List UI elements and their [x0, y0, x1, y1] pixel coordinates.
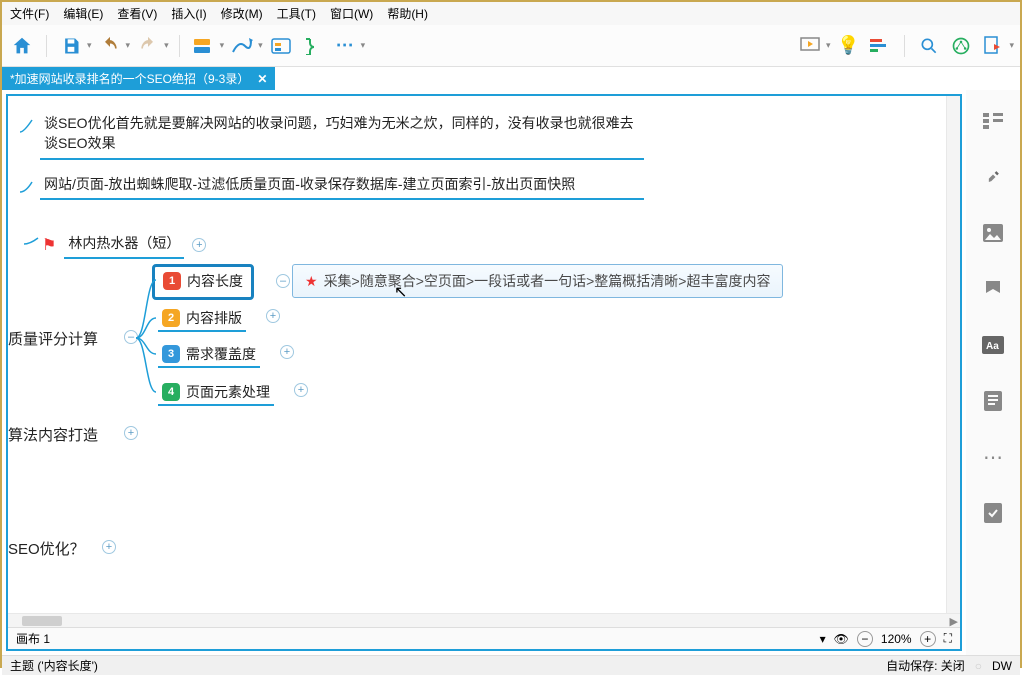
- status-autosave: 自动保存: 关闭: [886, 657, 965, 674]
- gantt-icon[interactable]: [866, 32, 894, 60]
- priority-3-icon: 3: [162, 345, 180, 363]
- boundary-icon[interactable]: [267, 32, 295, 60]
- canvas-footer: 画布 1 ▾ 👁 − 120% + ⛶: [8, 627, 960, 649]
- menu-edit[interactable]: 编辑(E): [63, 5, 103, 22]
- expand-icon[interactable]: +: [266, 309, 280, 323]
- tab-title: *加速网站收录排名的一个SEO绝招（9-3录）: [10, 70, 249, 87]
- zoom-out-icon[interactable]: −: [857, 631, 873, 647]
- horizontal-scrollbar[interactable]: ▶: [8, 613, 960, 627]
- callout-node[interactable]: ★ 采集>随意聚合>空页面>一段话或者一句话>整篇概括清晰>超丰富度内容: [292, 264, 783, 298]
- filter-icon[interactable]: ▾: [820, 632, 826, 646]
- menu-tools[interactable]: 工具(T): [277, 5, 316, 22]
- side-panel: Aa ⋯: [966, 90, 1020, 655]
- text-icon[interactable]: Aa: [980, 332, 1006, 358]
- topic-node[interactable]: ⚑ 林内热水器（短） +: [42, 231, 206, 259]
- menu-file[interactable]: 文件(F): [10, 5, 49, 22]
- menu-modify[interactable]: 修改(M): [221, 5, 263, 22]
- expand-icon[interactable]: +: [102, 540, 116, 554]
- save-icon[interactable]: [57, 32, 85, 60]
- redo-icon[interactable]: [134, 32, 162, 60]
- fullscreen-icon[interactable]: ⛶: [944, 631, 952, 646]
- topic-node[interactable]: 谈SEO优化首先就是要解决网站的收录问题，巧妇难为无米之炊，同样的，没有收录也就…: [40, 111, 644, 160]
- notes-icon[interactable]: [980, 388, 1006, 414]
- summary-icon[interactable]: [299, 32, 327, 60]
- collapse-icon[interactable]: –: [276, 274, 290, 288]
- topic-icon[interactable]: [190, 32, 218, 60]
- flag-icon: ⚑: [42, 235, 56, 255]
- image-icon[interactable]: [980, 220, 1006, 246]
- toolbar: ▾ ▾ ▾ ▾ ▾ ⋯▾ ▾ 💡 ▾: [2, 25, 1020, 67]
- collapse-icon[interactable]: –: [124, 330, 138, 344]
- relation-icon[interactable]: [228, 32, 256, 60]
- expand-icon[interactable]: +: [124, 426, 138, 440]
- comments-icon[interactable]: ⋯: [980, 444, 1006, 470]
- zoom-level[interactable]: 120%: [881, 632, 912, 646]
- priority-2-icon: 2: [162, 309, 180, 327]
- menu-insert[interactable]: 插入(I): [171, 5, 206, 22]
- priority-4-icon: 4: [162, 383, 180, 401]
- canvas[interactable]: 谈SEO优化首先就是要解决网站的收录问题，巧妇难为无米之炊，同样的，没有收录也就…: [6, 94, 962, 651]
- zoom-in-icon[interactable]: +: [920, 631, 936, 647]
- topic-selected[interactable]: 1 内容长度: [152, 264, 254, 300]
- topic-node[interactable]: 算法内容打造: [8, 424, 98, 445]
- status-bar: 主题 ('内容长度') 自动保存: 关闭 ○ DW: [2, 655, 1020, 675]
- idea-icon[interactable]: 💡: [834, 32, 862, 60]
- expand-icon[interactable]: +: [280, 345, 294, 359]
- home-icon[interactable]: [8, 32, 36, 60]
- present-icon[interactable]: [796, 32, 824, 60]
- menu-window[interactable]: 窗口(W): [330, 5, 373, 22]
- topic-node[interactable]: 2 内容排版: [158, 306, 246, 332]
- undo-icon[interactable]: [96, 32, 124, 60]
- share-icon[interactable]: [947, 32, 975, 60]
- close-icon[interactable]: ✕: [257, 72, 267, 86]
- tab-bar: *加速网站收录排名的一个SEO绝招（9-3录） ✕: [2, 67, 1020, 90]
- export-icon[interactable]: [979, 32, 1007, 60]
- format-icon[interactable]: [980, 164, 1006, 190]
- more-icon[interactable]: ⋯: [331, 32, 359, 60]
- topic-node[interactable]: SEO优化？: [8, 538, 85, 559]
- document-tab[interactable]: *加速网站收录排名的一个SEO绝招（9-3录） ✕: [2, 67, 275, 90]
- topic-node[interactable]: 4 页面元素处理: [158, 380, 274, 406]
- topic-quality[interactable]: 质量评分计算: [8, 328, 98, 349]
- topic-node[interactable]: 3 需求覆盖度: [158, 342, 260, 368]
- expand-icon[interactable]: +: [294, 383, 308, 397]
- menu-help[interactable]: 帮助(H): [387, 5, 428, 22]
- vertical-scrollbar[interactable]: [946, 96, 960, 613]
- expand-icon[interactable]: +: [192, 238, 206, 252]
- task-icon[interactable]: [980, 500, 1006, 526]
- marker-icon[interactable]: [980, 276, 1006, 302]
- star-icon: ★: [305, 273, 318, 290]
- visibility-icon[interactable]: 👁: [834, 632, 849, 646]
- outline-icon[interactable]: [980, 108, 1006, 134]
- priority-1-icon: 1: [163, 272, 181, 290]
- search-icon[interactable]: [915, 32, 943, 60]
- canvas-label[interactable]: 画布 1: [16, 630, 50, 647]
- svg-text:Aa: Aa: [986, 341, 999, 352]
- menu-view[interactable]: 查看(V): [117, 5, 157, 22]
- menu-bar: 文件(F) 编辑(E) 查看(V) 插入(I) 修改(M) 工具(T) 窗口(W…: [2, 2, 1020, 25]
- topic-node[interactable]: 网站/页面-放出蜘蛛爬取-过滤低质量页面-收录保存数据库-建立页面索引-放出页面…: [40, 172, 644, 200]
- status-topic: 主题 ('内容长度'): [10, 657, 98, 674]
- status-dw: DW: [992, 659, 1012, 673]
